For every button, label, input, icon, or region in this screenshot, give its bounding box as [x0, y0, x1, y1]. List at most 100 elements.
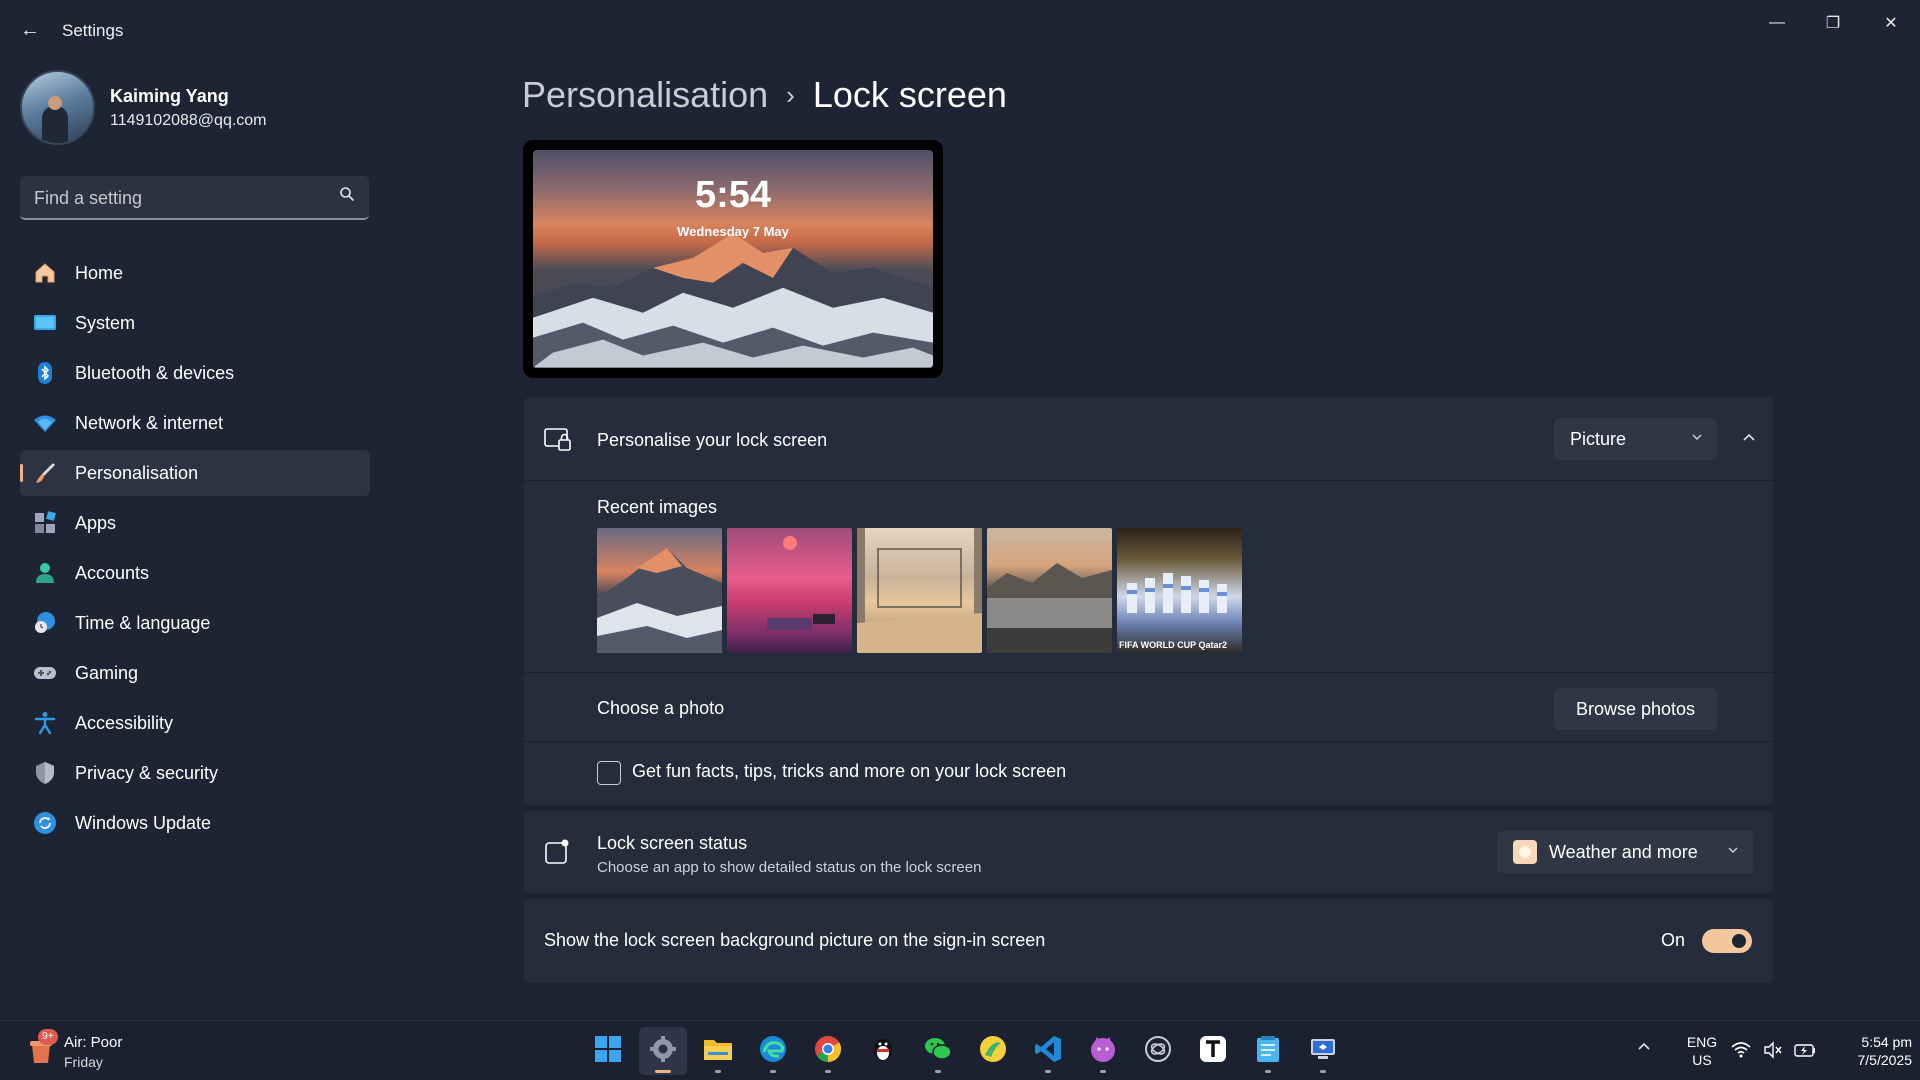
volume-muted-icon[interactable] — [1762, 1039, 1784, 1061]
breadcrumb: Personalisation › Lock screen — [522, 74, 1007, 116]
sidebar-item-home[interactable]: Home — [20, 250, 370, 296]
taskbar-wechat[interactable] — [914, 1027, 962, 1075]
sidebar-item-accessibility[interactable]: Accessibility — [20, 700, 370, 746]
show-hidden-icons-button[interactable] — [1636, 1039, 1652, 1060]
minimize-icon: — — [1769, 14, 1785, 31]
sidebar-item-windows-update[interactable]: Windows Update — [20, 800, 370, 846]
recent-images-list: FIFA WORLD CUP Qatar2 — [597, 528, 1242, 653]
search-input[interactable]: Find a setting — [20, 176, 369, 220]
taskbar-edge[interactable] — [749, 1027, 797, 1075]
avatar[interactable] — [20, 70, 95, 145]
widget-subtitle: Friday — [64, 1054, 103, 1070]
accessibility-icon — [32, 710, 58, 736]
bluetooth-icon — [32, 360, 58, 386]
user-profile[interactable]: Kaiming Yang 1149102088@qq.com — [20, 70, 380, 146]
system-icon — [32, 310, 58, 336]
breadcrumb-parent[interactable]: Personalisation — [522, 74, 768, 116]
chatgpt-icon — [1144, 1035, 1172, 1068]
taskbar-app[interactable] — [969, 1027, 1017, 1075]
preview-time: 5:54 — [694, 174, 772, 216]
sidebar-item-label: Network & internet — [75, 412, 224, 433]
minimize-button[interactable]: — — [1754, 6, 1800, 40]
home-icon — [32, 260, 58, 286]
chevron-up-icon — [1742, 431, 1756, 450]
taskbar-typora[interactable] — [1189, 1027, 1237, 1075]
background-type-dropdown[interactable]: Picture — [1554, 418, 1717, 460]
start-button[interactable] — [584, 1027, 632, 1075]
personalise-lock-screen-card: Personalise your lock screen Picture Rec… — [524, 397, 1773, 805]
chevron-down-icon — [1691, 430, 1703, 446]
sidebar-item-label: Apps — [75, 512, 117, 533]
sidebar-item-label: Bluetooth & devices — [75, 362, 235, 383]
close-button[interactable]: ✕ — [1868, 6, 1914, 40]
taskbar-chatgpt[interactable] — [1134, 1027, 1182, 1075]
settings-icon — [649, 1035, 677, 1068]
taskbar-file-explorer[interactable] — [694, 1027, 742, 1075]
taskbar-notepad[interactable] — [1244, 1027, 1292, 1075]
status-icon — [544, 838, 572, 864]
taskbar-chrome[interactable] — [804, 1027, 852, 1075]
remote-desktop-icon — [1309, 1035, 1337, 1068]
taskbar-qq[interactable] — [859, 1027, 907, 1075]
restore-icon: ❐ — [1825, 15, 1841, 32]
sidebar-item-label: Time & language — [75, 612, 211, 633]
sidebar-item-gaming[interactable]: Gaming — [20, 650, 370, 696]
sidebar-item-time-language[interactable]: Time & language — [20, 600, 370, 646]
weather-widget[interactable]: 9+ Air: Poor Friday — [24, 1029, 184, 1073]
fun-facts-checkbox[interactable] — [597, 761, 621, 785]
recent-image-thumbnail[interactable]: FIFA WORLD CUP Qatar2 — [1117, 528, 1242, 653]
sidebar-nav: Home System Bluetooth & devices Network … — [20, 250, 370, 850]
sidebar-item-label: Accessibility — [75, 712, 174, 733]
system-tray[interactable] — [1730, 1039, 1816, 1061]
recent-image-thumbnail[interactable] — [857, 528, 982, 653]
taskbar-settings[interactable] — [639, 1027, 687, 1075]
taskbar-vscode[interactable] — [1024, 1027, 1072, 1075]
input-language-indicator[interactable]: ENG US — [1682, 1033, 1722, 1069]
taskbar: 9+ Air: Poor Friday ENG US 5:54 pm 7/5/2… — [0, 1020, 1920, 1080]
fun-facts-label[interactable]: Get fun facts, tips, tricks and more on … — [632, 761, 1066, 782]
sidebar-item-apps[interactable]: Apps — [20, 500, 370, 546]
search-icon — [339, 186, 355, 207]
recent-image-thumbnail[interactable] — [727, 528, 852, 653]
sidebar-item-privacy[interactable]: Privacy & security — [20, 750, 370, 796]
chrome-icon — [814, 1035, 842, 1068]
sidebar-item-network[interactable]: Network & internet — [20, 400, 370, 446]
sidebar-item-label: System — [75, 312, 136, 333]
wifi-icon[interactable] — [1730, 1039, 1752, 1061]
clock-time: 5:54 pm — [1861, 1034, 1912, 1050]
sidebar-item-system[interactable]: System — [20, 300, 370, 346]
user-name: Kaiming Yang — [110, 86, 229, 106]
search-placeholder: Find a setting — [34, 188, 143, 208]
lock-screen-status-card: Lock screen status Choose an app to show… — [524, 811, 1773, 893]
recent-image-thumbnail[interactable] — [597, 528, 722, 653]
sidebar-item-accounts[interactable]: Accounts — [20, 550, 370, 596]
taskbar-clock[interactable]: 5:54 pm 7/5/2025 — [1820, 1033, 1913, 1069]
thumbnail-caption: FIFA WORLD CUP Qatar2 — [1119, 640, 1228, 650]
divider — [524, 741, 1773, 742]
recent-image-thumbnail[interactable] — [987, 528, 1112, 653]
preview-date: Wednesday 7 May — [677, 224, 789, 239]
clock-date: 7/5/2025 — [1857, 1052, 1913, 1068]
taskbar-cat-app[interactable] — [1079, 1027, 1127, 1075]
sidebar-item-bluetooth[interactable]: Bluetooth & devices — [20, 350, 370, 396]
back-button[interactable]: ← — [16, 16, 44, 44]
notepad-icon — [1255, 1035, 1281, 1068]
collapse-button[interactable] — [1734, 425, 1764, 455]
browse-photos-button[interactable]: Browse photos — [1554, 688, 1717, 730]
weather-icon — [1513, 840, 1537, 864]
personalise-header-row[interactable]: Personalise your lock screen Picture — [524, 397, 1773, 481]
windows-logo-icon — [594, 1035, 622, 1068]
sidebar-item-label: Gaming — [75, 662, 139, 683]
signin-background-card: Show the lock screen background picture … — [524, 899, 1773, 983]
sidebar-item-personalisation[interactable]: Personalisation — [20, 450, 370, 496]
app-icon — [979, 1035, 1007, 1068]
toggle-state-label: On — [1661, 930, 1686, 950]
taskbar-remote-desktop[interactable] — [1299, 1027, 1347, 1075]
restore-button[interactable]: ❐ — [1810, 6, 1856, 40]
personalise-title: Personalise your lock screen — [597, 430, 828, 450]
mountain-graphic — [533, 233, 933, 368]
status-app-dropdown[interactable]: Weather and more — [1497, 831, 1753, 873]
clock-globe-icon — [32, 610, 58, 636]
signin-background-toggle[interactable] — [1702, 929, 1752, 953]
battery-charging-icon[interactable] — [1794, 1039, 1816, 1061]
